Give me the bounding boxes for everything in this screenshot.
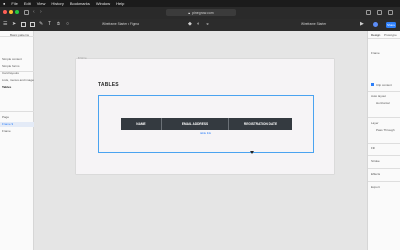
cursor-icon xyxy=(250,151,254,154)
layer-item[interactable]: Simple forms xyxy=(2,64,20,68)
pen-tool-icon[interactable]: ✎ xyxy=(39,21,44,27)
comment-tool-icon[interactable]: ○ xyxy=(66,21,71,27)
table-header-registration-date[interactable]: REGISTRATION DATE xyxy=(229,118,292,130)
divider xyxy=(368,168,400,169)
table-header-row[interactable]: NAME EMAIL ADDRESS REGISTRATION DATE xyxy=(121,118,292,130)
menu-help[interactable]: Help xyxy=(116,1,124,6)
layer-item-selected[interactable]: Tables xyxy=(2,85,11,89)
divider xyxy=(368,181,400,182)
menu-history[interactable]: History xyxy=(51,1,63,6)
layer-item[interactable]: Lists, menus and images xyxy=(2,78,35,82)
menu-icon[interactable]: ☰ xyxy=(3,21,8,27)
forward-icon[interactable]: › xyxy=(40,9,45,15)
menu-edit[interactable]: Edit xyxy=(24,1,31,6)
document-title[interactable]: Wireframe Starter • Figma xyxy=(102,22,139,26)
mac-menubar: ● File Edit View History Bookmarks Windo… xyxy=(0,0,400,7)
layer-item[interactable]: Card layouts xyxy=(2,71,19,75)
app-toolbar: ☰ ➤ ✎ T ✋︎ ○ Wireframe Starter • Figma ◆… xyxy=(0,19,400,31)
divider xyxy=(368,91,400,92)
boolean-icon[interactable]: ◒ xyxy=(206,21,211,27)
divider xyxy=(368,155,400,156)
divider xyxy=(0,111,34,112)
close-window-icon[interactable] xyxy=(3,10,7,14)
menu-window[interactable]: Window xyxy=(96,1,110,6)
section-effects[interactable]: Effects xyxy=(371,172,380,176)
design-panel: Design Prototype Frame Clip content Auto… xyxy=(367,31,400,250)
blend-mode-select[interactable]: Pass Through xyxy=(376,128,395,132)
frame-tool-icon[interactable] xyxy=(21,22,26,27)
address-bar[interactable]: 🔒︎ pinegrow.com xyxy=(166,9,236,16)
divider xyxy=(368,117,400,118)
menu-bookmarks[interactable]: Bookmarks xyxy=(70,1,90,6)
layer-page[interactable]: Page xyxy=(2,115,9,119)
layer-page-header[interactable]: Basic patterns xyxy=(10,33,29,37)
lock-icon: 🔒︎ xyxy=(188,10,191,15)
layers-panel: Basic patterns Simple content Simple for… xyxy=(0,31,35,250)
layer-frame[interactable]: Frame xyxy=(2,129,11,133)
share-page-icon[interactable] xyxy=(366,10,371,15)
section-frame: Frame xyxy=(371,51,380,55)
tab-prototype[interactable]: Prototype xyxy=(384,33,397,37)
section-layer: Layer xyxy=(371,121,379,125)
table-header-name[interactable]: NAME xyxy=(121,118,162,130)
divider xyxy=(368,143,400,144)
avatar[interactable] xyxy=(373,22,378,27)
layer-frame-selected[interactable]: Frame 9 xyxy=(2,122,13,126)
document-subtitle: Wireframe Starter xyxy=(301,22,327,26)
present-icon[interactable]: ▶ xyxy=(360,21,365,27)
section-auto-layout: Auto layout xyxy=(371,94,387,98)
auto-layout-direction[interactable]: Horizontal xyxy=(376,101,390,105)
divider xyxy=(368,38,400,39)
shape-tool-icon[interactable] xyxy=(30,22,35,27)
move-tool-icon[interactable]: ➤ xyxy=(12,21,17,27)
menu-view[interactable]: View xyxy=(37,1,46,6)
hand-tool-icon[interactable]: ✋︎ xyxy=(57,21,62,27)
table-header-email[interactable]: EMAIL ADDRESS xyxy=(162,118,229,130)
text-tool-icon[interactable]: T xyxy=(48,21,53,27)
back-icon[interactable]: ‹ xyxy=(33,9,38,15)
tab-design[interactable]: Design xyxy=(371,33,380,37)
component-icon[interactable]: ◆ xyxy=(188,21,193,27)
menu-file[interactable]: File xyxy=(11,1,17,6)
tabs-overview-icon[interactable] xyxy=(388,10,393,15)
apple-icon[interactable]: ● xyxy=(3,1,5,6)
maximize-window-icon[interactable] xyxy=(15,10,19,14)
minimize-window-icon[interactable] xyxy=(9,10,13,14)
layer-item[interactable]: Simple content xyxy=(2,57,22,61)
sidebar-toggle-icon[interactable] xyxy=(24,10,29,15)
url-text: pinegrow.com xyxy=(192,10,214,15)
page-title: TABLES xyxy=(98,82,119,88)
section-fill[interactable]: Fill xyxy=(371,146,375,150)
clip-content-label: Clip content xyxy=(376,83,392,87)
contrast-icon[interactable]: ◐ xyxy=(197,21,202,27)
section-stroke[interactable]: Stroke xyxy=(371,159,380,163)
new-tab-icon[interactable] xyxy=(377,10,382,15)
browser-toolbar: ‹ › 🔒︎ pinegrow.com xyxy=(0,7,400,19)
clip-content-checkbox[interactable] xyxy=(371,83,374,86)
section-export[interactable]: Export xyxy=(371,185,380,189)
share-button[interactable]: Share xyxy=(386,22,396,28)
table-link[interactable]: table link xyxy=(200,131,211,135)
